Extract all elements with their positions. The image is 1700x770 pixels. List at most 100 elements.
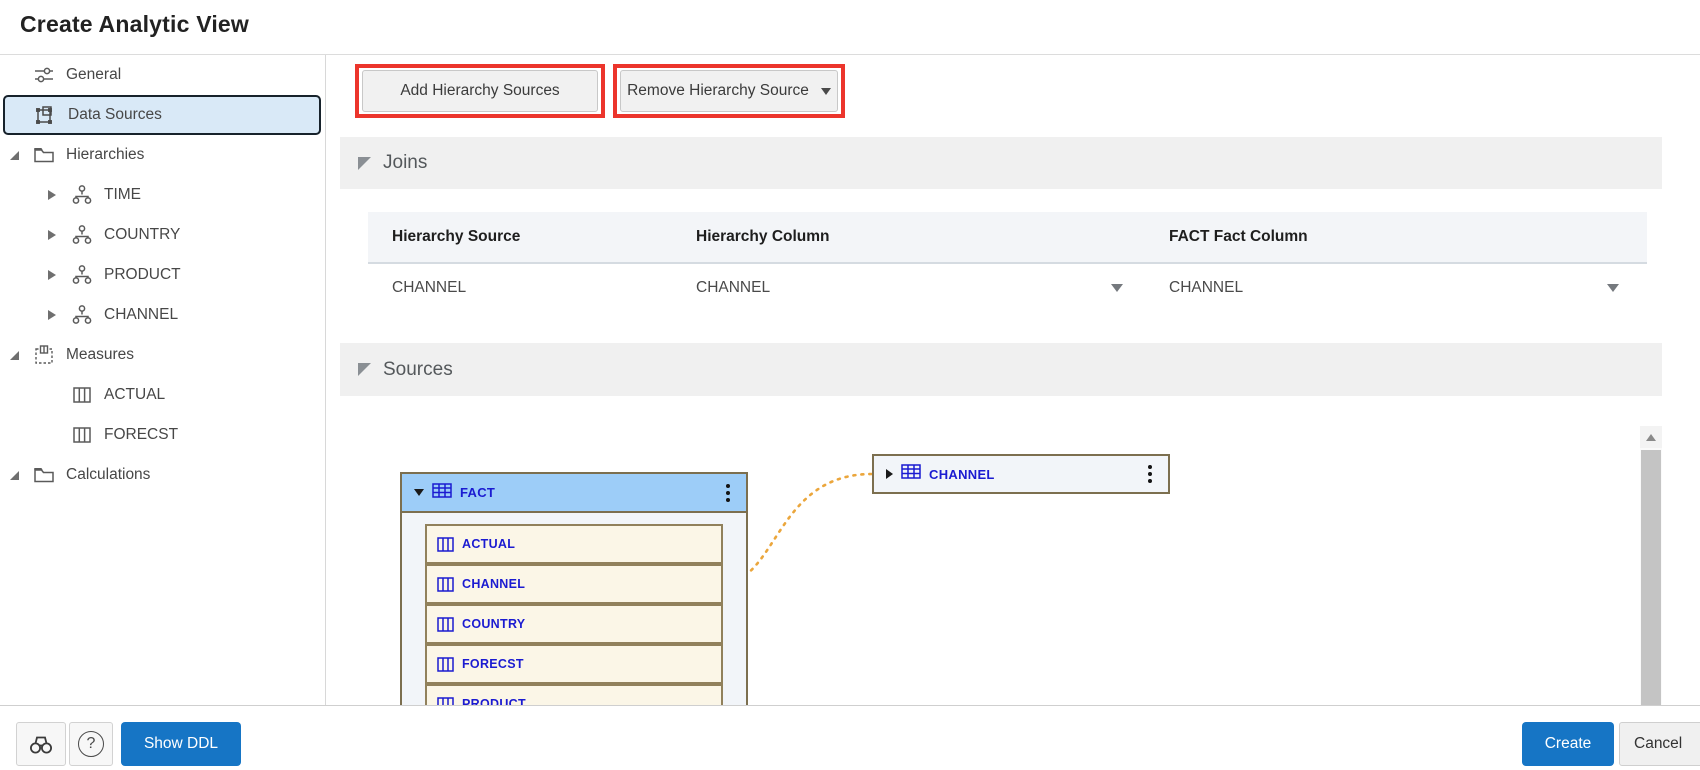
create-button[interactable]: Create [1522, 722, 1614, 766]
sidebar-item-data-sources[interactable]: Data Sources [3, 95, 321, 135]
sidebar-item-time[interactable]: TIME [0, 175, 325, 215]
sidebar-item-label: COUNTRY [104, 226, 180, 244]
cancel-label: Cancel [1634, 735, 1682, 753]
channel-node-title: CHANNEL [929, 467, 995, 482]
cancel-button[interactable]: Cancel [1619, 722, 1700, 766]
fact-column-label: COUNTRY [462, 617, 525, 631]
sidebar-tree: General Data Sources [0, 55, 326, 705]
channel-table-node[interactable]: CHANNEL [872, 454, 1170, 494]
expand-toggle-icon[interactable] [10, 351, 32, 360]
sidebar-item-label: ACTUAL [104, 386, 165, 404]
dropdown-arrow-icon[interactable] [1607, 284, 1619, 292]
measures-icon [32, 344, 56, 366]
joins-table: Hierarchy Source Hierarchy Column FACT F… [368, 212, 1647, 311]
fact-column-label: FORECST [462, 657, 524, 671]
fact-fact-column-select[interactable]: CHANNEL [1145, 279, 1647, 297]
fact-node-title: FACT [460, 485, 495, 500]
table-grid-icon [432, 483, 452, 503]
folder-icon [32, 144, 56, 166]
remove-hierarchy-source-label: Remove Hierarchy Source [627, 82, 809, 100]
folder-icon [32, 464, 56, 486]
fact-column-forecst[interactable]: FORECST [425, 644, 723, 684]
hierarchy-source-value: CHANNEL [368, 279, 672, 297]
node-menu-icon[interactable] [722, 482, 734, 504]
sidebar-item-label: PRODUCT [104, 266, 181, 284]
diagram-vertical-scrollbar[interactable] [1640, 426, 1662, 705]
scrollbar-thumb[interactable] [1641, 450, 1661, 705]
sidebar-item-label: Calculations [66, 466, 150, 484]
add-hierarchy-sources-button[interactable]: Add Hierarchy Sources [362, 70, 598, 112]
column-icon [437, 577, 454, 592]
remove-hierarchy-source-button[interactable]: Remove Hierarchy Source [620, 70, 838, 112]
column-header-hierarchy-source: Hierarchy Source [368, 228, 672, 246]
chevron-down-icon [821, 88, 831, 95]
joins-table-row[interactable]: CHANNEL CHANNEL CHANNEL [368, 264, 1647, 311]
create-analytic-view-dialog: Create Analytic View General [0, 0, 1700, 770]
node-menu-icon[interactable] [1144, 463, 1156, 485]
sidebar-item-forecst[interactable]: FORECST [0, 415, 325, 455]
hierarchy-icon [70, 264, 94, 286]
page-title: Create Analytic View [20, 11, 249, 38]
expand-toggle-icon[interactable] [10, 151, 32, 160]
sidebar-item-label: General [66, 66, 121, 84]
sidebar-item-general[interactable]: General [0, 55, 325, 95]
dropdown-arrow-icon[interactable] [1111, 284, 1123, 292]
hierarchy-column-value: CHANNEL [696, 279, 770, 297]
table-grid-icon [901, 464, 921, 484]
show-ddl-label: Show DDL [144, 735, 218, 753]
fact-column-list: ACTUAL CHANNEL COUNTRY [402, 513, 746, 705]
add-hierarchy-sources-label: Add Hierarchy Sources [400, 82, 559, 100]
scroll-up-arrow-icon [1646, 434, 1656, 441]
node-collapse-icon[interactable] [414, 489, 424, 496]
fact-column-actual[interactable]: ACTUAL [425, 524, 723, 564]
sidebar-item-actual[interactable]: ACTUAL [0, 375, 325, 415]
sidebar-item-label: CHANNEL [104, 306, 178, 324]
fact-column-product[interactable]: PRODUCT [425, 684, 723, 705]
fact-column-country[interactable]: COUNTRY [425, 604, 723, 644]
help-button[interactable]: ? [69, 722, 113, 766]
expand-toggle-icon[interactable] [48, 310, 70, 320]
column-icon [70, 424, 94, 446]
expand-toggle-icon[interactable] [10, 471, 32, 480]
sources-section-header[interactable]: Sources [340, 343, 1662, 396]
column-icon [437, 657, 454, 672]
sidebar-item-measures[interactable]: Measures [0, 335, 325, 375]
fact-table-node[interactable]: FACT ACTUAL CHANNEL [400, 472, 748, 705]
sidebar-item-hierarchies[interactable]: Hierarchies [0, 135, 325, 175]
column-header-hierarchy-column: Hierarchy Column [672, 228, 1145, 246]
sidebar-item-country[interactable]: COUNTRY [0, 215, 325, 255]
expand-toggle-icon[interactable] [48, 230, 70, 240]
column-icon [437, 537, 454, 552]
sidebar-item-label: TIME [104, 186, 141, 204]
scrollbar-up-button[interactable] [1640, 426, 1662, 448]
hierarchy-icon [70, 184, 94, 206]
sources-section-title: Sources [383, 359, 453, 381]
joins-section-header[interactable]: Joins [340, 137, 1662, 189]
sliders-icon [32, 64, 56, 86]
show-ddl-button[interactable]: Show DDL [121, 722, 241, 766]
collapse-triangle-icon [358, 157, 371, 170]
fact-node-header[interactable]: FACT [402, 474, 746, 513]
sources-diagram-canvas[interactable]: FACT ACTUAL CHANNEL [326, 396, 1700, 705]
hierarchy-icon [70, 304, 94, 326]
collapse-triangle-icon [358, 363, 371, 376]
footer-bar: ? Show DDL Create Cancel [0, 705, 1700, 770]
help-icon: ? [78, 731, 104, 757]
sidebar-item-label: Measures [66, 346, 134, 364]
column-icon [437, 617, 454, 632]
sidebar-item-product[interactable]: PRODUCT [0, 255, 325, 295]
fact-column-label: ACTUAL [462, 537, 515, 551]
fact-column-label: PRODUCT [462, 697, 526, 705]
sidebar-item-channel[interactable]: CHANNEL [0, 295, 325, 335]
sidebar-item-label: Hierarchies [66, 146, 144, 164]
fact-column-channel[interactable]: CHANNEL [425, 564, 723, 604]
column-icon [437, 697, 454, 706]
expand-toggle-icon[interactable] [48, 190, 70, 200]
data-sources-panel: Add Hierarchy Sources Remove Hierarchy S… [326, 55, 1700, 705]
hierarchy-column-select[interactable]: CHANNEL [672, 279, 1145, 297]
sidebar-item-calculations[interactable]: Calculations [0, 455, 325, 495]
create-label: Create [1545, 735, 1592, 753]
find-button[interactable] [16, 722, 66, 766]
node-expand-icon[interactable] [886, 469, 893, 479]
expand-toggle-icon[interactable] [48, 270, 70, 280]
